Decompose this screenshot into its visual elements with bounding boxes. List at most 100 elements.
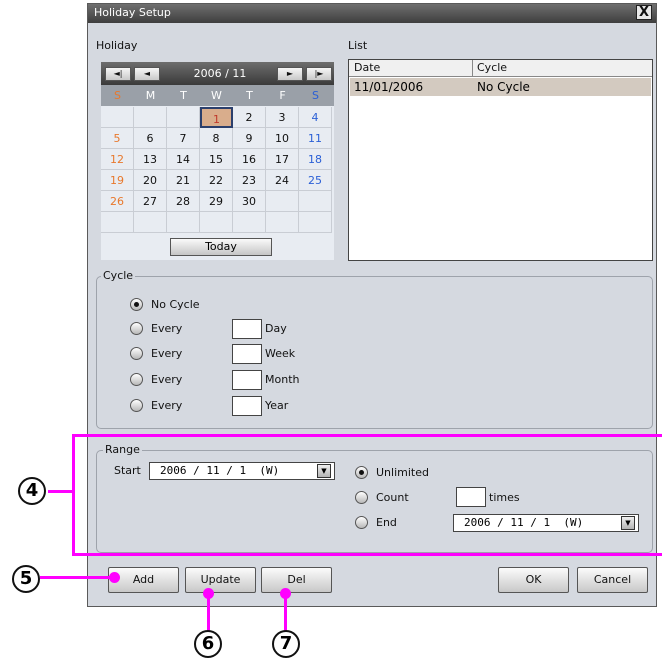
calendar-day[interactable]: 5 (101, 128, 134, 149)
calendar-day[interactable]: 19 (101, 170, 134, 191)
unlimited-radio[interactable] (355, 466, 368, 479)
callout-7-anchor (280, 588, 291, 599)
next-month-button[interactable]: ► (277, 67, 303, 81)
weekday-label: S (312, 89, 319, 102)
highlight-left-line (72, 434, 75, 556)
end-label: End (376, 516, 397, 529)
list-row-cycle: No Cycle (477, 80, 530, 94)
close-button[interactable]: X (636, 5, 652, 20)
calendar-day[interactable]: 26 (101, 191, 134, 212)
end-radio[interactable] (355, 516, 368, 529)
every-week-input[interactable] (232, 344, 262, 364)
prev-month-button[interactable]: ◄ (134, 67, 160, 81)
calendar-day[interactable]: 16 (233, 149, 266, 170)
calendar-day[interactable]: 23 (233, 170, 266, 191)
calendar-day[interactable]: 13 (134, 149, 167, 170)
end-date-field[interactable]: 2006 / 11 / 1 (W) (453, 514, 639, 532)
calendar-day[interactable]: 12 (101, 149, 134, 170)
calendar-empty-cell (167, 107, 200, 128)
calendar-day[interactable]: 20 (134, 170, 167, 191)
calendar-empty-cell (167, 212, 200, 233)
callout-6: 6 (194, 630, 222, 658)
start-dropdown-icon[interactable]: ▼ (317, 464, 331, 478)
calendar-day[interactable]: 9 (233, 128, 266, 149)
ok-button[interactable]: OK (498, 567, 569, 593)
column-header-cycle[interactable]: Cycle (477, 61, 507, 75)
del-button[interactable]: Del (261, 567, 332, 593)
weekday-label: S (114, 89, 121, 102)
calendar-day[interactable]: 7 (167, 128, 200, 149)
month-unit-label: Month (265, 373, 300, 386)
count-input[interactable] (456, 487, 486, 507)
calendar-day[interactable]: 14 (167, 149, 200, 170)
every-year-radio[interactable] (130, 399, 143, 412)
today-button[interactable]: Today (170, 238, 272, 256)
weekday-label: T (180, 89, 187, 102)
callout-7-leader (284, 594, 287, 632)
calendar-empty-cell (266, 212, 299, 233)
calendar-day[interactable]: 17 (266, 149, 299, 170)
holiday-label: Holiday (96, 39, 138, 52)
cancel-button[interactable]: Cancel (577, 567, 648, 593)
calendar-month-label: 2006 / 11 (193, 67, 247, 80)
calendar-empty-cell (266, 191, 299, 212)
every-month-label: Every (151, 373, 183, 386)
callout-4-leader (48, 490, 73, 493)
calendar-day[interactable]: 30 (233, 191, 266, 212)
update-button[interactable]: Update (185, 567, 256, 593)
calendar-day[interactable]: 6 (134, 128, 167, 149)
every-day-radio[interactable] (130, 322, 143, 335)
no-cycle-radio[interactable] (130, 298, 143, 311)
every-month-radio[interactable] (130, 373, 143, 386)
calendar-day[interactable]: 21 (167, 170, 200, 191)
callout-5: 5 (12, 565, 40, 593)
times-label: times (489, 491, 520, 504)
weekday-label: F (279, 89, 286, 102)
column-divider (472, 60, 473, 77)
calendar-day[interactable]: 29 (200, 191, 233, 212)
calendar-day[interactable]: 18 (299, 149, 332, 170)
calendar-day[interactable]: 8 (200, 128, 233, 149)
calendar-day[interactable]: 3 (266, 107, 299, 128)
window-title: Holiday Setup (94, 6, 171, 19)
start-date-field[interactable]: 2006 / 11 / 1 (W) (149, 462, 335, 480)
every-day-input[interactable] (232, 319, 262, 339)
range-legend: Range (103, 443, 142, 457)
count-label: Count (376, 491, 409, 504)
callout-5-anchor (109, 572, 120, 583)
unlimited-label: Unlimited (376, 466, 429, 479)
weekday-label: T (246, 89, 253, 102)
column-header-date[interactable]: Date (354, 61, 380, 75)
week-unit-label: Week (265, 347, 296, 360)
every-month-input[interactable] (232, 370, 262, 390)
calendar-day[interactable]: 15 (200, 149, 233, 170)
highlight-top-line (72, 434, 662, 437)
calendar-day[interactable]: 25 (299, 170, 332, 191)
every-year-label: Every (151, 399, 183, 412)
calendar-day[interactable]: 22 (200, 170, 233, 191)
callout-7: 7 (272, 630, 300, 658)
highlight-bottom-line (72, 553, 662, 556)
calendar-empty-cell (299, 212, 332, 233)
end-dropdown-icon[interactable]: ▼ (621, 516, 635, 530)
calendar-day[interactable]: 27 (134, 191, 167, 212)
calendar-day[interactable]: 1 (200, 107, 233, 128)
calendar-empty-cell (233, 212, 266, 233)
day-unit-label: Day (265, 322, 287, 335)
calendar-day[interactable]: 11 (299, 128, 332, 149)
calendar-day[interactable]: 10 (266, 128, 299, 149)
calendar-day[interactable]: 2 (233, 107, 266, 128)
calendar-day[interactable]: 28 (167, 191, 200, 212)
every-week-radio[interactable] (130, 347, 143, 360)
every-year-input[interactable] (232, 396, 262, 416)
calendar-day[interactable]: 4 (299, 107, 332, 128)
calendar-day[interactable]: 24 (266, 170, 299, 191)
last-month-button[interactable]: |► (306, 67, 332, 81)
callout-4: 4 (18, 477, 46, 505)
year-unit-label: Year (265, 399, 289, 412)
first-month-button[interactable]: ◄| (105, 67, 131, 81)
every-week-label: Every (151, 347, 183, 360)
callout-6-leader (207, 594, 210, 632)
callout-6-anchor (203, 588, 214, 599)
count-radio[interactable] (355, 491, 368, 504)
